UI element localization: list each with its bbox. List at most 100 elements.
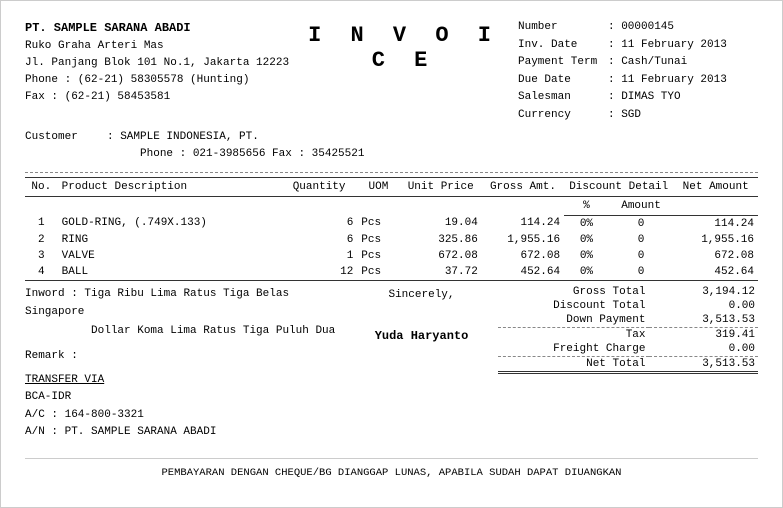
row-uom: Pcs bbox=[357, 215, 399, 232]
meta-inv-date-value: : 11 February 2013 bbox=[608, 37, 727, 55]
footer-note: PEMBAYARAN DENGAN CHEQUE/BG DIANGGAP LUN… bbox=[25, 458, 758, 479]
customer-colon bbox=[95, 129, 107, 164]
items-table: No. Product Description Quantity UOM Uni… bbox=[25, 177, 758, 281]
tax-value: 319.41 bbox=[649, 327, 758, 342]
row-desc: VALVE bbox=[58, 248, 281, 264]
meta-number: Number : 00000145 bbox=[518, 19, 758, 37]
customer-name: : SAMPLE INDONESIA, PT. bbox=[107, 129, 364, 147]
meta-number-value: : 00000145 bbox=[608, 19, 674, 37]
th-unit-price: Unit Price bbox=[400, 177, 482, 196]
totals-gross: Gross Total 3,194.12 bbox=[498, 285, 758, 299]
row-qty: 12 bbox=[281, 264, 357, 281]
remark-section: Remark : bbox=[25, 347, 345, 366]
table-subheader-row: % Amount bbox=[25, 196, 758, 215]
row-no: 2 bbox=[25, 232, 58, 248]
row-qty: 6 bbox=[281, 232, 357, 248]
totals-discount: Discount Total 0.00 bbox=[498, 299, 758, 313]
totals-tax: Tax 319.41 bbox=[498, 327, 758, 342]
meta-inv-date: Inv. Date : 11 February 2013 bbox=[518, 37, 758, 55]
footer-section: Inword : Tiga Ribu Lima Ratus Tiga Belas… bbox=[25, 285, 758, 442]
row-desc: BALL bbox=[58, 264, 281, 281]
transfer-an: A/N : PT. SAMPLE SARANA ABADI bbox=[25, 424, 345, 442]
customer-detail: : SAMPLE INDONESIA, PT. Phone : 021-3985… bbox=[107, 129, 364, 164]
meta-salesman: Salesman : DIMAS TYO bbox=[518, 89, 758, 107]
row-uom: Pcs bbox=[357, 232, 399, 248]
row-net-amount: 672.08 bbox=[673, 248, 758, 264]
company-address2: Jl. Panjang Blok 101 No.1, Jakarta 12223 bbox=[25, 55, 289, 72]
row-disc-pct: 0% bbox=[564, 215, 609, 232]
meta-salesman-label: Salesman bbox=[518, 89, 608, 107]
table-row: 3 VALVE 1 Pcs 672.08 672.08 0% 0 672.08 bbox=[25, 248, 758, 264]
row-net-amount: 452.64 bbox=[673, 264, 758, 281]
gross-total-label: Gross Total bbox=[498, 285, 649, 299]
table-row: 2 RING 6 Pcs 325.86 1,955.16 0% 0 1,955.… bbox=[25, 232, 758, 248]
row-disc-pct: 0% bbox=[564, 264, 609, 281]
discount-total-label: Discount Total bbox=[498, 299, 649, 313]
net-total-label: Net Total bbox=[498, 356, 649, 372]
freight-value: 0.00 bbox=[649, 342, 758, 357]
row-uom: Pcs bbox=[357, 248, 399, 264]
transfer-ac: A/C : 164-800-3321 bbox=[25, 407, 345, 425]
company-phone: Phone : (62-21) 58305578 (Hunting) bbox=[25, 72, 289, 89]
table-row: 4 BALL 12 Pcs 37.72 452.64 0% 0 452.64 bbox=[25, 264, 758, 281]
header-section: PT. SAMPLE SARANA ABADI Ruko Graha Arter… bbox=[25, 19, 758, 125]
totals-table: Gross Total 3,194.12 Discount Total 0.00… bbox=[498, 285, 758, 374]
row-disc-amt: 0 bbox=[609, 215, 674, 232]
table-row: 1 GOLD-RING, (.749X.133) 6 Pcs 19.04 114… bbox=[25, 215, 758, 232]
row-gross-amt: 114.24 bbox=[482, 215, 564, 232]
meta-salesman-value: : DIMAS TYO bbox=[608, 89, 681, 107]
down-payment-value: 3,513.53 bbox=[649, 313, 758, 328]
th-disc-amt: Amount bbox=[609, 196, 674, 215]
customer-label: Customer bbox=[25, 129, 95, 164]
meta-currency-value: : SGD bbox=[608, 107, 641, 125]
sincerely-text: Sincerely, bbox=[375, 289, 469, 301]
company-name: PT. SAMPLE SARANA ABADI bbox=[25, 19, 289, 38]
company-fax: Fax : (62-21) 58453581 bbox=[25, 89, 289, 106]
table-header-row: No. Product Description Quantity UOM Uni… bbox=[25, 177, 758, 196]
row-unit-price: 37.72 bbox=[400, 264, 482, 281]
meta-inv-date-label: Inv. Date bbox=[518, 37, 608, 55]
th-uom: UOM bbox=[357, 177, 399, 196]
totals-down-payment: Down Payment 3,513.53 bbox=[498, 313, 758, 328]
th-no: No. bbox=[25, 177, 58, 196]
th-qty: Quantity bbox=[281, 177, 357, 196]
invoice-container: PT. SAMPLE SARANA ABADI Ruko Graha Arter… bbox=[0, 0, 783, 508]
items-tbody: 1 GOLD-RING, (.749X.133) 6 Pcs 19.04 114… bbox=[25, 215, 758, 280]
meta-due-date-label: Due Date bbox=[518, 72, 608, 90]
discount-total-value: 0.00 bbox=[649, 299, 758, 313]
inword-label: Inword : bbox=[25, 288, 78, 300]
th-discount-detail: Discount Detail bbox=[564, 177, 673, 196]
meta-payment-term-label: Payment Term bbox=[518, 54, 608, 72]
th-net-amount: Net Amount bbox=[673, 177, 758, 196]
transfer-section: TRANSFER VIA BCA-IDR A/C : 164-800-3321 … bbox=[25, 372, 345, 442]
customer-section: Customer : SAMPLE INDONESIA, PT. Phone :… bbox=[25, 129, 758, 164]
meta-payment-term-value: : Cash/Tunai bbox=[608, 54, 687, 72]
row-uom: Pcs bbox=[357, 264, 399, 281]
meta-currency: Currency : SGD bbox=[518, 107, 758, 125]
inword-text2: Dollar Koma Lima Ratus Tiga Puluh Dua bbox=[91, 325, 335, 337]
row-desc: GOLD-RING, (.749X.133) bbox=[58, 215, 281, 232]
totals-freight: Freight Charge 0.00 bbox=[498, 342, 758, 357]
down-payment-label: Down Payment bbox=[498, 313, 649, 328]
company-info: PT. SAMPLE SARANA ABADI Ruko Graha Arter… bbox=[25, 19, 289, 106]
customer-contact: Phone : 021-3985656 Fax : 35425521 bbox=[107, 146, 364, 164]
transfer-via-label: TRANSFER VIA bbox=[25, 374, 104, 386]
th-desc: Product Description bbox=[58, 177, 281, 196]
meta-number-label: Number bbox=[518, 19, 608, 37]
row-unit-price: 19.04 bbox=[400, 215, 482, 232]
row-no: 3 bbox=[25, 248, 58, 264]
meta-payment-term: Payment Term : Cash/Tunai bbox=[518, 54, 758, 72]
row-gross-amt: 672.08 bbox=[482, 248, 564, 264]
meta-currency-label: Currency bbox=[518, 107, 608, 125]
row-unit-price: 672.08 bbox=[400, 248, 482, 264]
row-qty: 1 bbox=[281, 248, 357, 264]
gross-total-value: 3,194.12 bbox=[649, 285, 758, 299]
inword-section: Inword : Tiga Ribu Lima Ratus Tiga Belas… bbox=[25, 285, 345, 341]
remark-label: Remark : bbox=[25, 350, 78, 362]
row-qty: 6 bbox=[281, 215, 357, 232]
meta-due-date-value: : 11 February 2013 bbox=[608, 72, 727, 90]
row-desc: RING bbox=[58, 232, 281, 248]
totals-net: Net Total 3,513.53 bbox=[498, 356, 758, 372]
row-disc-pct: 0% bbox=[564, 248, 609, 264]
transfer-bank: BCA-IDR bbox=[25, 389, 345, 407]
